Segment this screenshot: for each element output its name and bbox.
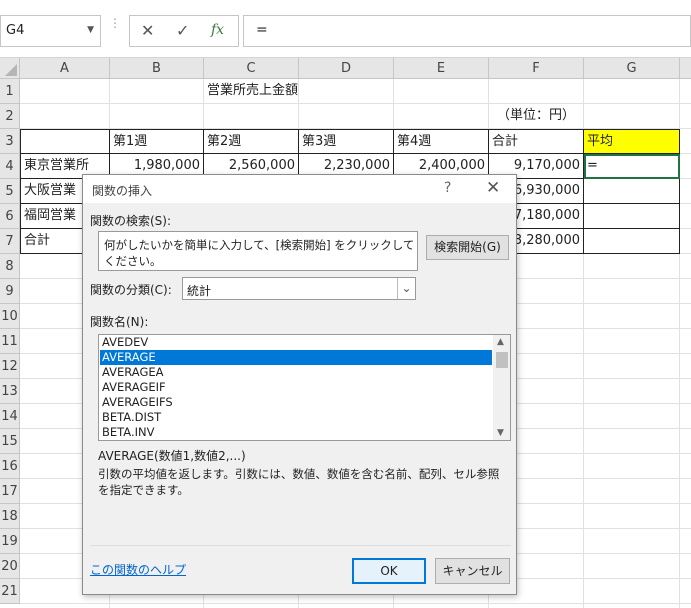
chevron-down-icon[interactable]: ⌄ xyxy=(397,278,415,299)
scroll-thumb[interactable] xyxy=(496,352,508,368)
cell-e3[interactable]: 第4週 xyxy=(394,129,489,154)
search-label: 関数の検索(S): xyxy=(90,214,172,228)
list-item[interactable]: AVERAGEIF xyxy=(100,380,492,395)
list-item[interactable]: BETA.INV xyxy=(100,425,492,440)
list-scrollbar[interactable]: ▲ ▼ xyxy=(493,335,510,440)
row-header-13[interactable]: 13 xyxy=(0,379,20,404)
ok-button[interactable]: OK xyxy=(352,558,426,584)
dialog-title-bar[interactable]: 関数の挿入 ? ✕ xyxy=(83,175,516,203)
function-name-label: 関数名(N): xyxy=(90,315,149,329)
formula-bar: G4 ▼ ⋮ ✕ ✓ fx = xyxy=(0,0,691,58)
scroll-up-icon[interactable]: ▲ xyxy=(497,337,504,347)
category-value: 統計 xyxy=(187,284,212,298)
category-label: 関数の分類(C): xyxy=(90,283,172,297)
row-header-2[interactable]: 2 xyxy=(0,104,20,129)
name-box[interactable]: G4 ▼ xyxy=(0,15,101,47)
list-item-selected[interactable]: AVERAGE xyxy=(100,350,492,365)
insert-function-dialog: 関数の挿入 ? ✕ 関数の検索(S): 何がしたいかを簡単に入力して、[検索開始… xyxy=(82,174,517,595)
list-item[interactable]: BETA.DIST xyxy=(100,410,492,425)
row-header-16[interactable]: 16 xyxy=(0,454,20,479)
search-input-text: 何がしたいかを簡単に入力して、[検索開始] をクリックしてください。 xyxy=(104,238,415,268)
drag-handle-icon[interactable]: ⋮ xyxy=(109,17,121,29)
row-header-6[interactable]: 6 xyxy=(0,204,20,229)
row-header-11[interactable]: 11 xyxy=(0,329,20,354)
function-list[interactable]: AVEDEV AVERAGE AVERAGEA AVERAGEIF AVERAG… xyxy=(98,334,511,441)
cell-c1-title[interactable]: 営業所売上金額 xyxy=(204,79,394,104)
scroll-down-icon[interactable]: ▼ xyxy=(497,428,504,438)
cell-g5[interactable] xyxy=(584,179,680,204)
row-header-19[interactable]: 19 xyxy=(0,529,20,554)
list-item[interactable]: AVERAGEIFS xyxy=(100,395,492,410)
list-item[interactable]: AVEDEV xyxy=(100,335,492,350)
row-header-14[interactable]: 14 xyxy=(0,404,20,429)
column-header-d[interactable]: D xyxy=(299,58,394,79)
cell-g7[interactable] xyxy=(584,229,680,254)
row-header-10[interactable]: 10 xyxy=(0,304,20,329)
formula-buttons: ✕ ✓ fx xyxy=(129,15,239,47)
column-header-c[interactable]: C xyxy=(204,58,299,79)
row-header-8[interactable]: 8 xyxy=(0,254,20,279)
select-all-button[interactable] xyxy=(0,58,20,79)
row-header-1[interactable]: 1 xyxy=(0,79,20,104)
name-box-value: G4 xyxy=(6,23,25,38)
column-header-f[interactable]: F xyxy=(489,58,584,79)
cancel-button[interactable]: キャンセル xyxy=(435,558,510,584)
column-header-b[interactable]: B xyxy=(110,58,204,79)
close-icon[interactable]: ✕ xyxy=(486,178,500,198)
formula-text: = xyxy=(256,22,268,38)
row-header-12[interactable]: 12 xyxy=(0,354,20,379)
cell-g6[interactable] xyxy=(584,204,680,229)
cell-b3[interactable]: 第1週 xyxy=(110,129,204,154)
chevron-down-icon[interactable]: ▼ xyxy=(87,25,94,35)
row-header-4[interactable]: 4 xyxy=(0,154,20,179)
column-header-e[interactable]: E xyxy=(394,58,489,79)
cell-c3[interactable]: 第2週 xyxy=(204,129,299,154)
column-header-g[interactable]: G xyxy=(584,58,680,79)
cell-g3[interactable]: 平均 xyxy=(584,129,680,154)
column-header-a[interactable]: A xyxy=(20,58,110,79)
search-start-button[interactable]: 検索開始(G) xyxy=(426,235,509,260)
column-header-h[interactable] xyxy=(680,58,691,79)
help-icon[interactable]: ? xyxy=(444,180,451,196)
list-item[interactable]: AVERAGEA xyxy=(100,365,492,380)
row-header-17[interactable]: 17 xyxy=(0,479,20,504)
row-header-20[interactable]: 20 xyxy=(0,554,20,579)
cancel-icon[interactable]: ✕ xyxy=(141,21,154,40)
divider xyxy=(90,545,511,546)
cell-g4-active[interactable]: = xyxy=(584,154,680,179)
category-select[interactable]: 統計 ⌄ xyxy=(182,277,416,300)
cell-d3[interactable]: 第3週 xyxy=(299,129,394,154)
insert-function-icon[interactable]: fx xyxy=(211,22,224,38)
row-header-7[interactable]: 7 xyxy=(0,229,20,254)
dialog-title: 関数の挿入 xyxy=(92,184,153,198)
row-header-18[interactable]: 18 xyxy=(0,504,20,529)
row-header-21[interactable]: 21 xyxy=(0,579,20,604)
formula-input[interactable]: = xyxy=(243,15,691,47)
row-header-3[interactable]: 3 xyxy=(0,129,20,154)
cell-a3[interactable] xyxy=(20,129,110,154)
function-search-input[interactable]: 何がしたいかを簡単に入力して、[検索開始] をクリックしてください。 xyxy=(98,231,418,271)
function-help-link[interactable]: この関数のヘルプ xyxy=(90,561,186,578)
cell-f2-unit[interactable]: （単位：円） xyxy=(489,104,585,129)
check-icon[interactable]: ✓ xyxy=(176,21,189,40)
function-description: 引数の平均値を返します。引数には、数値、数値を含む名前、配列、セル参照を指定でき… xyxy=(98,467,500,497)
function-syntax: AVERAGE(数値1,数値2,...) xyxy=(98,449,246,463)
row-header-15[interactable]: 15 xyxy=(0,429,20,454)
row-header-9[interactable]: 9 xyxy=(0,279,20,304)
row-header-5[interactable]: 5 xyxy=(0,179,20,204)
cell-f3[interactable]: 合計 xyxy=(489,129,584,154)
